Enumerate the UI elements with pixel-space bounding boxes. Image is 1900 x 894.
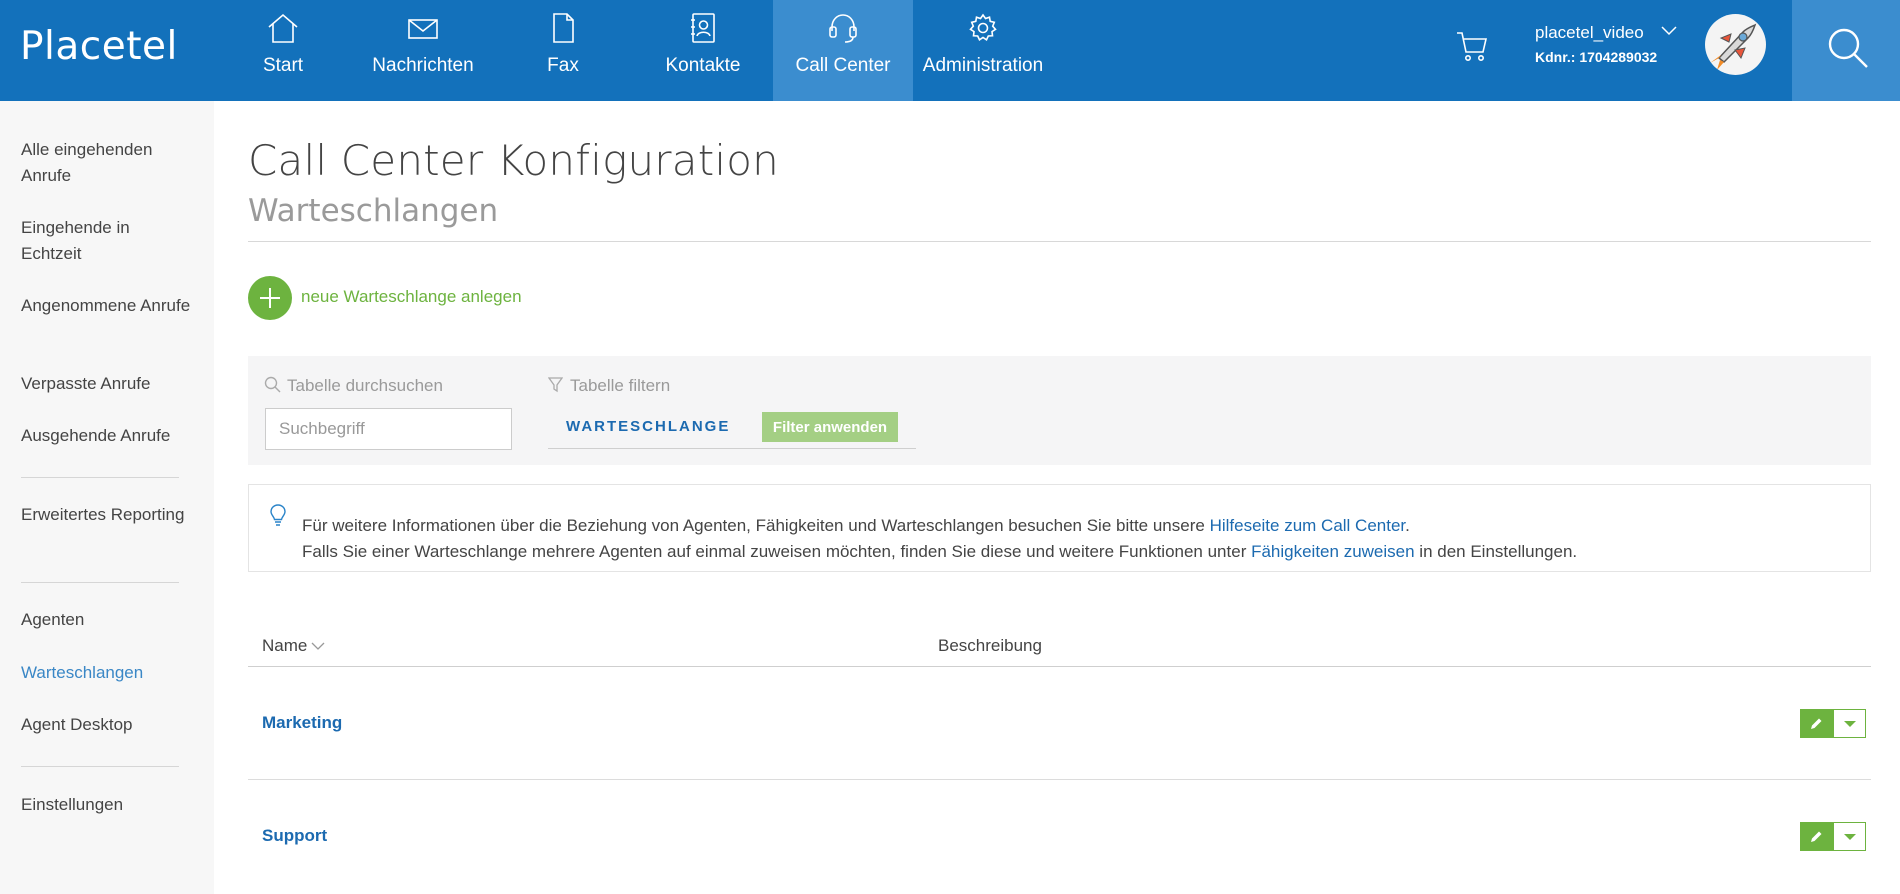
pencil-icon [1811,718,1822,729]
nav-kontakte[interactable]: Kontakte [633,0,773,101]
info-box: Für weitere Informationen über die Bezie… [248,484,1871,572]
help-page-link[interactable]: Hilfeseite zum Call Center [1210,516,1406,535]
column-header-beschreibung: Beschreibung [938,636,1042,655]
sidebar-divider [21,766,179,767]
sidebar-divider [21,477,179,478]
info-line-2-text: Falls Sie einer Warteschlange mehrere Ag… [302,542,1252,561]
sidebar-divider [21,582,179,583]
info-line-2-end: in den Einstellungen. [1414,542,1578,561]
nav-fax[interactable]: Fax [493,0,633,101]
nav-label-start: Start [262,55,304,76]
filter-underline [548,448,916,449]
sidebar-item-erweitertes-reporting[interactable]: Erweitertes Reporting [21,502,191,528]
edit-button[interactable] [1800,709,1833,738]
chevron-down-icon [311,642,325,650]
global-search-button[interactable] [1792,0,1900,101]
user-name[interactable]: placetel_video [1535,23,1644,43]
chevron-down-icon[interactable] [1660,25,1678,37]
page-title: Call Center Konfiguration [248,136,779,185]
nav-nachrichten[interactable]: Nachrichten [353,0,493,101]
column-header-name[interactable]: Name [262,636,325,656]
sidebar-item-verpasste-anrufe[interactable]: Verpasste Anrufe [21,371,191,397]
search-input[interactable] [265,408,512,450]
rocket-avatar-icon [1710,23,1757,70]
info-line-2: Falls Sie einer Warteschlange mehrere Ag… [302,542,1577,562]
nav-call-center[interactable]: Call Center [773,0,913,101]
row-actions [1800,822,1866,851]
row-menu-dropdown-button[interactable] [1833,709,1866,738]
table-search-label: Tabelle durchsuchen [264,376,443,396]
address-book-icon [691,13,715,43]
row-divider [248,779,1871,780]
nav-administration[interactable]: Administration [913,0,1053,101]
headset-icon [829,14,857,43]
envelope-icon [408,19,438,39]
funnel-icon [547,377,564,393]
add-queue-link[interactable]: neue Warteschlange anlegen [301,287,522,307]
search-icon [264,376,281,393]
sidebar-item-agent-desktop[interactable]: Agent Desktop [21,712,191,738]
assign-skills-link[interactable]: Fähigkeiten zuweisen [1251,542,1414,561]
table-row-name[interactable]: Marketing [262,713,342,733]
info-line-1: Für weitere Informationen über die Bezie… [302,516,1410,536]
edit-button[interactable] [1800,822,1833,851]
document-icon [553,13,574,43]
lightbulb-icon [270,504,286,526]
apply-filter-button[interactable]: Filter anwenden [762,412,898,442]
page-subtitle: Warteschlangen [248,193,499,229]
sidebar: Alle eingehenden Anrufe Eingehende in Ec… [0,101,214,894]
title-divider [248,241,1871,242]
customer-number: Kdnr.: 1704289032 [1535,49,1658,65]
top-navigation-bar: Placetel Start Nachrichten Fax Kontakte … [0,0,1900,101]
avatar[interactable] [1705,14,1766,75]
sidebar-item-ausgehende-anrufe[interactable]: Ausgehende Anrufe [21,423,191,449]
filter-chip-warteschlange[interactable]: WARTESCHLANGE [566,418,730,435]
search-icon [1828,28,1868,68]
row-actions [1800,709,1866,738]
info-line-1-text: Für weitere Informationen über die Bezie… [302,516,1210,535]
placetel-logo[interactable]: Placetel [20,24,178,69]
sidebar-item-einstellungen[interactable]: Einstellungen [21,792,191,818]
cart-icon[interactable] [1454,28,1490,64]
table-header-divider [248,666,1871,667]
pencil-icon [1811,831,1822,842]
nav-label-fax: Fax [547,55,579,76]
home-icon [268,13,298,43]
table-row-name[interactable]: Support [262,826,327,846]
table-filter-label: Tabelle filtern [547,376,671,396]
sidebar-item-agenten[interactable]: Agenten [21,607,191,633]
table-search-label-text: Tabelle durchsuchen [287,376,443,395]
add-queue-button[interactable] [248,276,292,320]
sidebar-item-eingehende-in-echtzeit[interactable]: Eingehende in Echtzeit [21,215,191,267]
nav-start[interactable]: Start [213,0,353,101]
nav-label-nachrichten: Nachrichten [372,55,474,76]
info-line-1-end: . [1405,516,1410,535]
nav-label-administration: Administration [922,55,1044,76]
table-filter-label-text: Tabelle filtern [570,376,671,395]
column-header-name-label: Name [262,636,308,655]
gear-icon [969,13,997,41]
row-menu-dropdown-button[interactable] [1833,822,1866,851]
sidebar-item-angenommene-anrufe[interactable]: Angenommene Anrufe [21,293,191,319]
filter-panel: Tabelle durchsuchen Tabelle filtern WART… [248,356,1871,465]
sidebar-item-warteschlangen[interactable]: Warteschlangen [21,660,191,686]
nav-label-kontakte: Kontakte [665,55,741,76]
nav-label-call-center: Call Center [795,55,891,76]
sidebar-item-alle-eingehenden-anrufe[interactable]: Alle eingehenden Anrufe [21,137,191,189]
